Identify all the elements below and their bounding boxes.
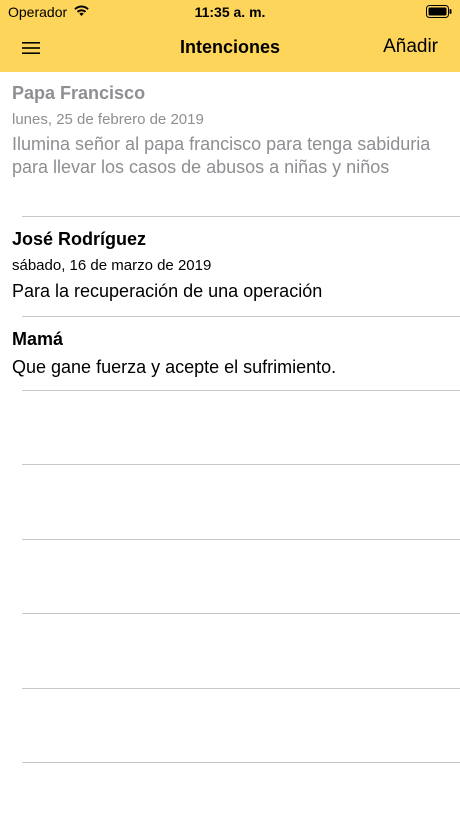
intention-name: Papa Francisco (12, 83, 146, 103)
intention-text: Para la recuperación de una operación (12, 281, 323, 301)
row-separator (22, 390, 460, 391)
intention-item-mama[interactable]: Mamá Que gane fuerza y acepte el sufrimi… (0, 317, 460, 390)
intention-name: José Rodríguez (12, 229, 147, 249)
navigation-bar: Intenciones Añadir (0, 24, 460, 72)
empty-row-separator (22, 464, 460, 465)
intentions-list: Papa Francisco lunes, 25 de febrero de 2… (0, 72, 460, 391)
intention-text: Que gane fuerza y acepte el sufrimiento. (12, 357, 337, 377)
add-button[interactable]: Añadir (383, 36, 438, 58)
empty-row-separator (22, 688, 460, 689)
empty-row-separator (22, 613, 460, 614)
intention-item-jose-rodriguez[interactable]: José Rodríguez sábado, 16 de marzo de 20… (0, 217, 460, 316)
intention-name: Mamá (12, 329, 64, 349)
intention-date: sábado, 16 de marzo de 2019 (12, 257, 212, 274)
status-bar: Operador 11:35 a. m. (0, 0, 460, 24)
battery-icon (426, 5, 452, 18)
empty-row-separator (22, 539, 460, 540)
clock: 11:35 a. m. (194, 4, 266, 20)
intention-text: Ilumina señor al papa francisco para ten… (12, 134, 431, 177)
intention-date: lunes, 25 de febrero de 2019 (12, 111, 204, 128)
empty-row-separator (22, 762, 460, 763)
intention-item-papa-francisco[interactable]: Papa Francisco lunes, 25 de febrero de 2… (0, 72, 460, 216)
